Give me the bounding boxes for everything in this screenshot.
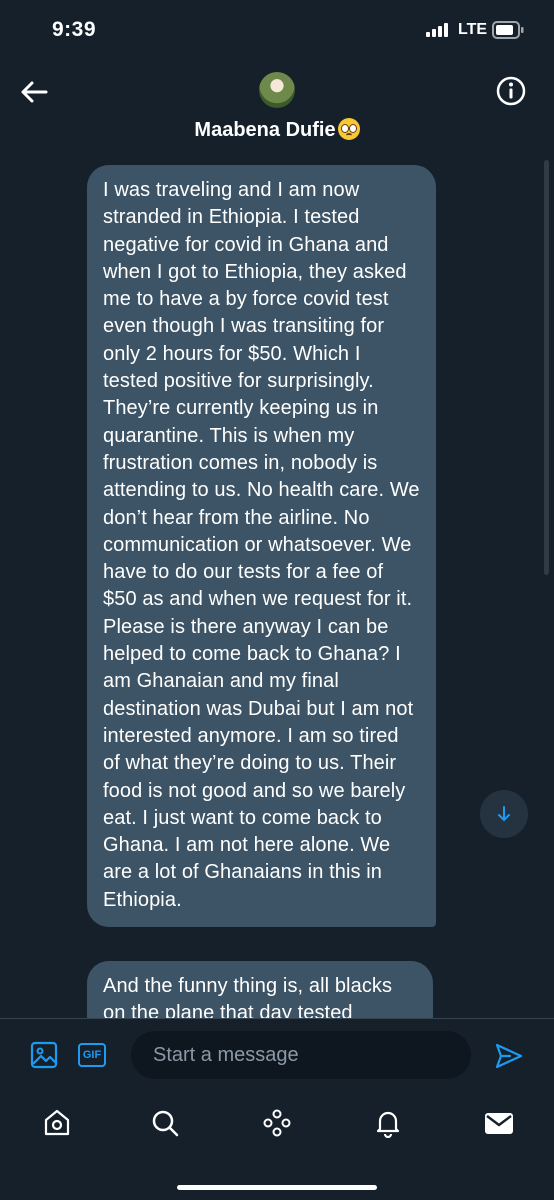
message-input[interactable]: [131, 1031, 471, 1079]
image-icon[interactable]: [30, 1041, 58, 1069]
notifications-icon[interactable]: [373, 1108, 403, 1138]
battery-icon: [492, 21, 524, 39]
bottom-tab-bar: [0, 1090, 554, 1200]
spaces-icon[interactable]: [262, 1108, 292, 1138]
messages-icon[interactable]: [484, 1108, 514, 1138]
arrow-left-icon[interactable]: [18, 76, 50, 108]
contact-name[interactable]: Maabena Dufie: [0, 118, 554, 142]
search-icon[interactable]: [150, 1108, 180, 1138]
scroll-to-bottom-button[interactable]: [480, 790, 528, 838]
gif-icon[interactable]: GIF: [78, 1043, 106, 1067]
message-composer: GIF: [0, 1018, 554, 1091]
arrow-down-icon: [498, 806, 510, 821]
conversation-header: Maabena Dufie: [0, 60, 554, 155]
send-icon[interactable]: [494, 1041, 524, 1071]
contact-name-label: Maabena Dufie: [194, 119, 336, 141]
signal-icon: [426, 23, 448, 37]
home-icon[interactable]: [42, 1108, 72, 1138]
scrollbar[interactable]: [544, 160, 549, 575]
message-bubble[interactable]: And the funny thing is, all blacks on th…: [87, 961, 433, 1018]
status-time: 9:39: [52, 18, 97, 41]
network-label: LTE: [458, 21, 488, 38]
avatar[interactable]: [259, 72, 295, 108]
message-bubble[interactable]: I was traveling and I am now stranded in…: [87, 165, 436, 928]
info-icon[interactable]: [496, 76, 526, 106]
home-indicator: [177, 1185, 377, 1190]
status-bar: 9:39 LTE: [0, 0, 554, 60]
message-list[interactable]: I was traveling and I am now stranded in…: [0, 155, 554, 1018]
pleading-face-emoji-icon: [337, 118, 360, 140]
